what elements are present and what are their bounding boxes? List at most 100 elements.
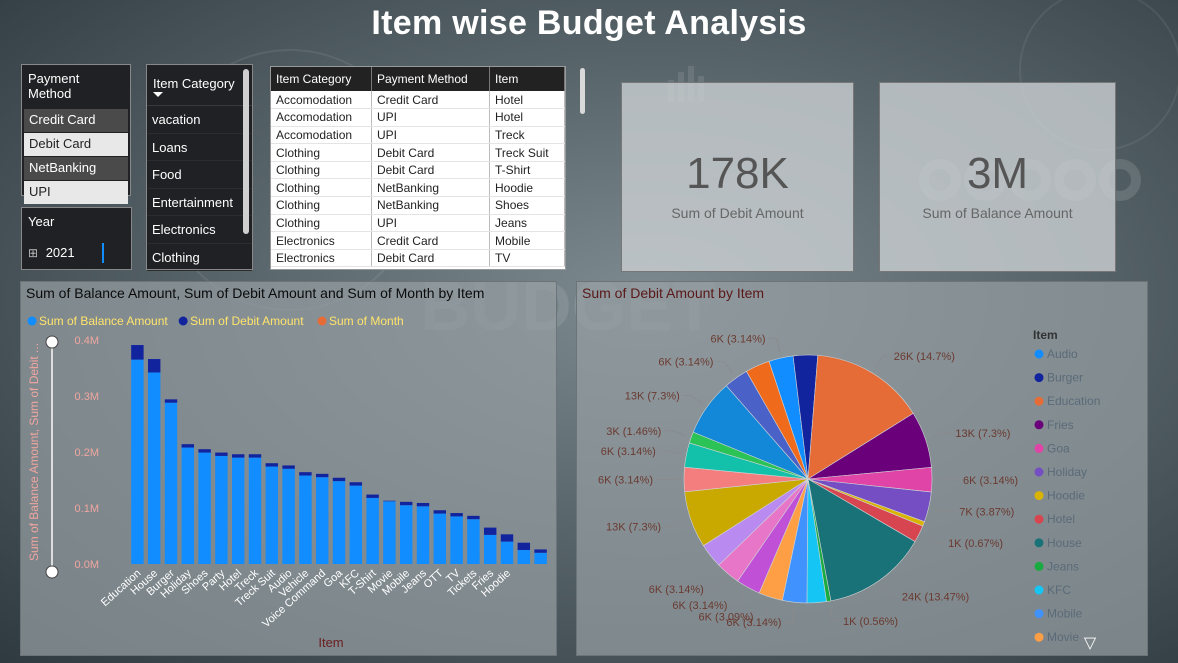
bar-group-treck-suit[interactable] <box>265 463 279 564</box>
bar-group-holiday[interactable] <box>181 444 195 564</box>
y-tick-label: 0.4M <box>75 335 99 347</box>
bar-group-house[interactable] <box>147 359 161 564</box>
bar-group-kfc[interactable] <box>349 482 363 564</box>
pie-legend-item-burger[interactable]: Burger <box>1034 371 1084 385</box>
bar-segment-sum-of-balance-amount <box>383 501 396 564</box>
bar-group-ott[interactable] <box>433 510 447 564</box>
pie-legend-item-hotel[interactable]: Hotel <box>1034 512 1076 526</box>
pie-data-label: 24K (13.47%) <box>902 592 969 604</box>
legend-item-sum-of-month[interactable]: Sum of Month <box>317 314 404 328</box>
pie-leader-line <box>924 536 946 544</box>
bar-group-t-shirt[interactable] <box>366 494 379 564</box>
bar-group-hoodie[interactable] <box>500 534 514 564</box>
pie-chart: 6K (3.14%) 26K (14.7%) 13K (7.3%) 6K (3.14%… <box>598 328 1101 652</box>
category-option-loans[interactable]: Loans <box>147 134 252 161</box>
bar-group-fries[interactable] <box>483 527 497 564</box>
bar-segment-sum-of-debit-amount <box>483 527 497 535</box>
bar-group-shoes[interactable] <box>198 449 211 564</box>
year-value: 2021 <box>45 245 75 260</box>
category-option-vacation[interactable]: vacation <box>147 106 252 134</box>
payment-option-netbanking[interactable]: NetBanking <box>24 157 128 180</box>
bar-group-audio[interactable] <box>282 465 295 564</box>
legend-item-sum-of-balance-amount[interactable]: Sum of Balance Amount <box>27 314 169 328</box>
legend-marker <box>27 316 37 326</box>
pie-legend-item-hoodie[interactable]: Hoodie <box>1034 489 1086 503</box>
bar-group-party[interactable] <box>215 452 228 564</box>
legend-label: Mobile <box>1047 607 1083 621</box>
legend-label: Hotel <box>1047 512 1075 526</box>
payment-option-debit-card[interactable]: Debit Card <box>24 133 128 156</box>
category-option-electronics[interactable]: Electronics <box>147 216 252 244</box>
table-row[interactable]: Accomodation UPI Treck <box>271 126 565 145</box>
legend-label: Burger <box>1047 371 1083 385</box>
pie-legend-item-holiday[interactable]: Holiday <box>1034 465 1088 479</box>
pie-legend-item-movie[interactable]: Movie <box>1034 630 1080 644</box>
payment-option-credit-card[interactable]: Credit Card <box>24 109 128 132</box>
bar-group-tv[interactable] <box>450 513 463 564</box>
category-option-food[interactable]: Food <box>147 161 252 189</box>
table-scrollbar[interactable] <box>580 68 585 114</box>
pie-leader-line <box>706 577 725 590</box>
payment-option-upi[interactable]: UPI <box>24 181 128 204</box>
table-row[interactable]: Clothing Debit Card T-Shirt <box>271 161 565 180</box>
y-tick-label: 0.3M <box>75 391 99 403</box>
year-slicer-item[interactable]: ⊞ 2021 <box>28 243 104 263</box>
bar-segment-sum-of-balance-amount <box>315 477 329 564</box>
pie-legend-item-audio[interactable]: Audio <box>1034 347 1079 361</box>
category-option-clothing[interactable]: Clothing <box>147 244 252 271</box>
pie-legend-item-education[interactable]: Education <box>1034 394 1101 408</box>
pie-legend-item-mobile[interactable]: Mobile <box>1034 607 1083 621</box>
pie-legend-item-jeans[interactable]: Jeans <box>1034 559 1080 573</box>
year-slicer: Year ⊞ 2021 <box>21 207 132 270</box>
bar-group-movie[interactable] <box>383 500 396 564</box>
table-row[interactable]: Accomodation Credit Card Hotel <box>271 91 565 110</box>
bar-group-vehicle[interactable] <box>299 472 312 564</box>
table-row[interactable]: Clothing UPI Jeans <box>271 214 565 233</box>
pie-legend-item-kfc[interactable]: KFC <box>1034 583 1072 597</box>
pie-data-label: 13K (7.3%) <box>606 521 661 533</box>
bar-group-tickets[interactable] <box>467 515 480 564</box>
bar-group-goa[interactable] <box>332 477 346 564</box>
column-header-item-category[interactable]: Item Category <box>271 67 372 91</box>
pie-legend-item-fries[interactable]: Fries <box>1034 418 1074 432</box>
bar-group-treck[interactable] <box>248 454 262 564</box>
category-option-entertainment[interactable]: Entertainment <box>147 189 252 216</box>
bar-group-mobile[interactable] <box>399 501 413 564</box>
bar-chart-panel: Sum of Balance Amount, Sum of Debit Amou… <box>20 281 557 656</box>
zoom-slider-top-handle[interactable] <box>45 335 59 349</box>
table-row[interactable]: Electronics Credit Card Mobile <box>271 231 565 250</box>
table-row[interactable]: Clothing NetBanking Hoodie <box>271 178 565 198</box>
column-header-item[interactable]: Item <box>489 67 565 91</box>
expand-icon[interactable]: ⊞ <box>28 246 38 260</box>
table-row[interactable]: Clothing Debit Card Treck Suit <box>271 143 565 162</box>
bar-segment-sum-of-balance-amount <box>450 516 463 564</box>
legend-scroll-down-icon[interactable]: ▽ <box>1084 633 1097 652</box>
legend-label: Holiday <box>1047 465 1087 479</box>
table-row[interactable]: Accomodation UPI Hotel <box>271 108 565 127</box>
pie-legend-item-goa[interactable]: Goa <box>1034 441 1071 455</box>
bar-group-burger[interactable] <box>164 399 178 564</box>
column-header-payment-method[interactable]: Payment Method <box>371 67 491 91</box>
bar-group-jeans[interactable] <box>416 502 430 564</box>
category-scrollbar[interactable] <box>243 69 249 234</box>
bar-segment-sum-of-debit-amount <box>500 534 514 542</box>
bar-group[interactable] <box>517 542 531 564</box>
table-row[interactable]: Clothing NetBanking Shoes <box>271 196 565 215</box>
legend-marker <box>1034 443 1044 453</box>
item-category-list: vacation Loans Food Entertainment Electronic… <box>147 106 252 271</box>
table-row[interactable]: Electronics Debit Card TV <box>271 249 565 268</box>
bar-group[interactable] <box>534 549 547 564</box>
table-cell: Electronics <box>271 231 372 250</box>
card-balance-amount: 3M Sum of Balance Amount <box>879 82 1116 272</box>
bar-group-hotel[interactable] <box>231 454 245 564</box>
bar-group-voice-command[interactable] <box>315 473 329 564</box>
bar-segment-sum-of-balance-amount <box>517 550 531 564</box>
bar-group-education[interactable] <box>131 345 144 564</box>
pie-legend-item-house[interactable]: House <box>1034 536 1083 550</box>
sort-down-icon[interactable] <box>153 92 163 97</box>
table-cell: Clothing <box>271 178 372 198</box>
table-cell: Jeans <box>489 214 565 233</box>
pie-leader-line <box>934 508 957 513</box>
legend-item-sum-of-debit-amount[interactable]: Sum of Debit Amount <box>178 314 305 328</box>
zoom-slider-bottom-handle[interactable] <box>45 565 59 579</box>
